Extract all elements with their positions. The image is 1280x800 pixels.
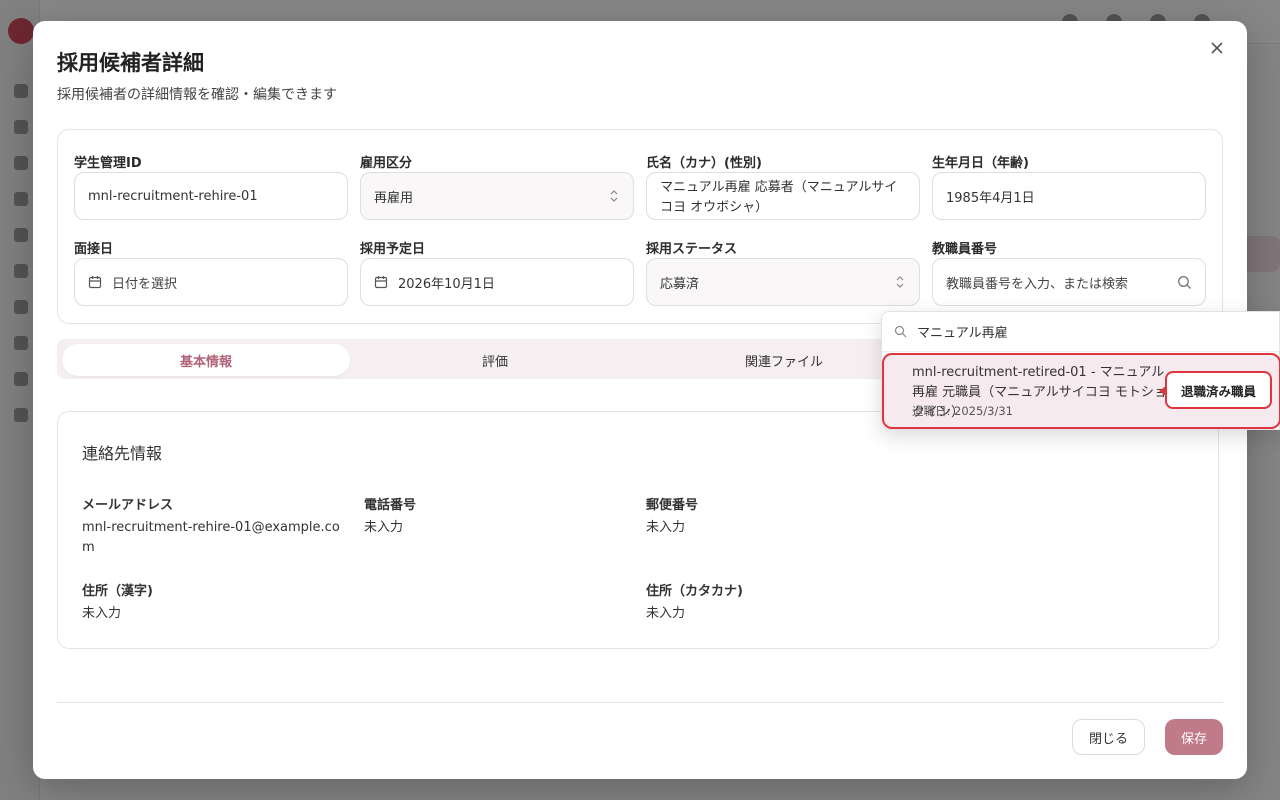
student-id-label: 学生管理ID <box>74 156 142 171</box>
retired-staff-badge: 退職済み職員 <box>1159 371 1272 409</box>
name-field[interactable]: マニュアル再雇 応募者（マニュアルサイコヨ オウボシャ） <box>646 172 920 220</box>
phone-label: 電話番号 <box>364 498 417 513</box>
tab-basic-info[interactable]: 基本情報 <box>62 344 350 376</box>
address-kanji-label: 住所（漢字) <box>82 584 153 599</box>
footer-divider <box>57 702 1223 703</box>
option-retire-date: 退職日: 2025/3/31 <box>912 404 1013 418</box>
staff-number-label: 教職員番号 <box>932 242 998 257</box>
postal-label: 郵便番号 <box>646 498 699 513</box>
search-icon[interactable] <box>1177 275 1192 290</box>
birthdate-value: 1985年4月1日 <box>946 190 1035 206</box>
name-value: マニュアル再雇 応募者（マニュアルサイコヨ オウボシャ） <box>660 180 898 215</box>
dropdown-search-query: マニュアル再雇 <box>917 326 1008 341</box>
calendar-icon <box>374 276 388 289</box>
hire-date-label: 採用予定日 <box>360 242 426 257</box>
staff-number-input[interactable]: 教職員番号を入力、または検索 <box>932 258 1206 306</box>
search-icon <box>894 325 907 338</box>
contact-info-card: 連絡先情報 メールアドレス mnl-recruitment-rehire-01@… <box>57 411 1219 649</box>
close-icon[interactable] <box>1207 39 1227 59</box>
address-kanji-value: 未入力 <box>82 606 122 621</box>
employment-type-value: 再雇用 <box>374 190 414 206</box>
status-value: 応募済 <box>660 276 700 292</box>
hire-date-picker[interactable]: 2026年10月1日 <box>360 258 634 306</box>
contact-section-title: 連絡先情報 <box>82 444 163 463</box>
employment-type-label: 雇用区分 <box>360 156 413 171</box>
interview-date-picker[interactable]: 日付を選択 <box>74 258 348 306</box>
close-icon-glyph <box>1211 41 1223 54</box>
student-id-value: mnl-recruitment-rehire-01 <box>88 188 258 204</box>
email-label: メールアドレス <box>82 498 174 513</box>
status-label: 採用ステータス <box>646 242 738 257</box>
student-id-field[interactable]: mnl-recruitment-rehire-01 <box>74 172 348 220</box>
close-button[interactable]: 閉じる <box>1072 719 1145 755</box>
staff-number-placeholder: 教職員番号を入力、または検索 <box>946 276 1129 292</box>
address-kana-value: 未入力 <box>646 606 686 621</box>
email-value: mnl-recruitment-rehire-01@example.com <box>82 520 340 555</box>
postal-value: 未入力 <box>646 520 686 535</box>
candidate-form: 学生管理ID mnl-recruitment-rehire-01 雇用区分 再雇… <box>57 129 1223 324</box>
dropdown-search-input[interactable]: マニュアル再雇 <box>882 312 1279 352</box>
birthdate-field[interactable]: 1985年4月1日 <box>932 172 1206 220</box>
interview-date-label: 面接日 <box>74 242 114 257</box>
address-kana-label: 住所（カタカナ) <box>646 584 743 599</box>
save-button[interactable]: 保存 <box>1165 719 1223 755</box>
calendar-icon <box>88 276 102 289</box>
employment-type-select[interactable]: 再雇用 <box>360 172 634 220</box>
chevron-updown-icon <box>896 276 904 288</box>
modal-description: 採用候補者の詳細情報を確認・編集できます <box>57 87 337 103</box>
tab-evaluation[interactable]: 評価 <box>351 344 639 376</box>
birthdate-label: 生年月日（年齢) <box>932 156 1029 171</box>
hire-date-value: 2026年10月1日 <box>398 276 495 292</box>
chevron-updown-icon <box>610 190 618 202</box>
phone-value: 未入力 <box>364 520 404 535</box>
interview-date-placeholder: 日付を選択 <box>112 276 178 292</box>
status-select[interactable]: 応募済 <box>646 258 920 306</box>
name-label: 氏名（カナ）(性別) <box>646 156 762 171</box>
modal-title: 採用候補者詳細 <box>57 51 204 75</box>
